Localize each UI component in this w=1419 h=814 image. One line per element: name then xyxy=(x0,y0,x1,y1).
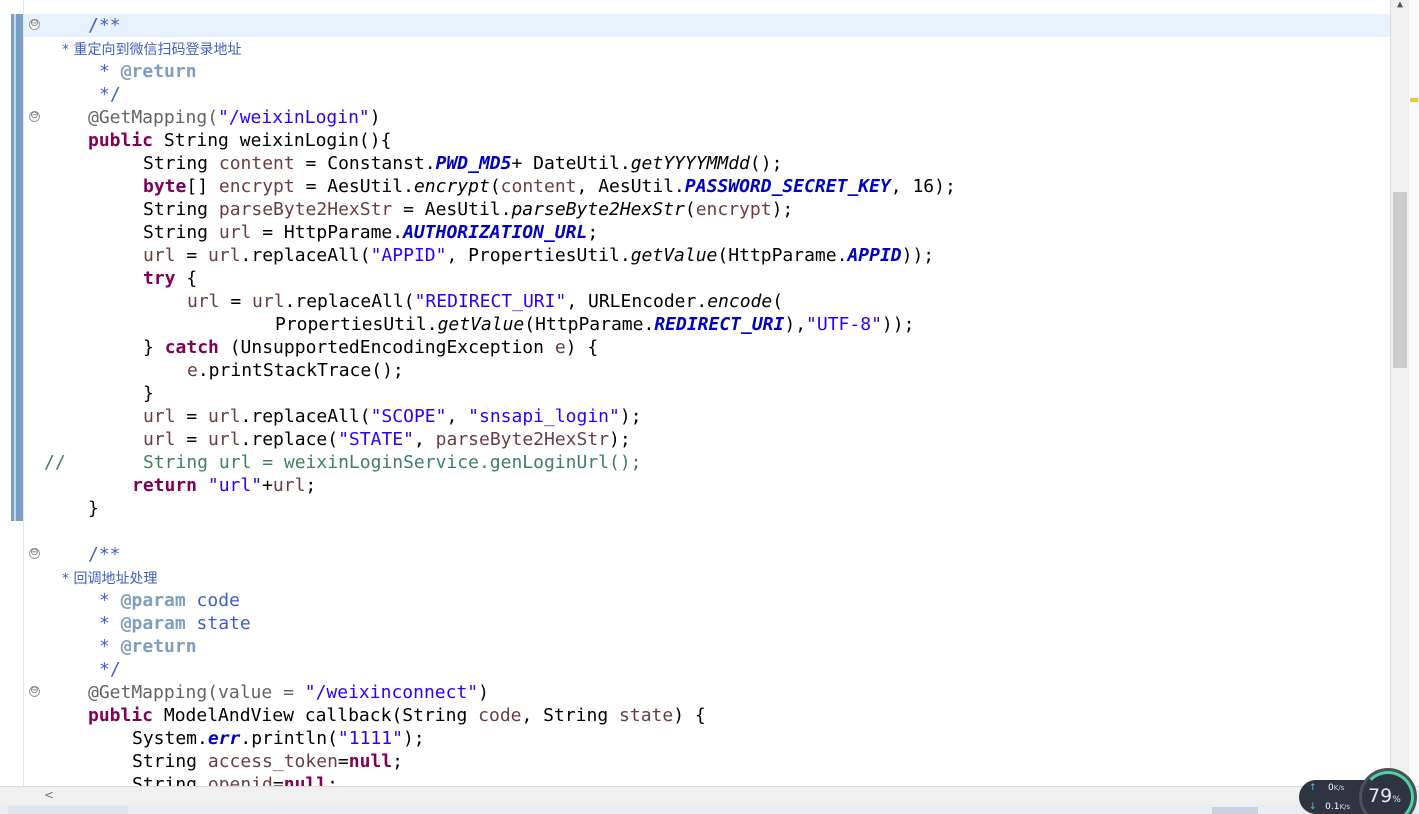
code-line: System.err.println("1111"); xyxy=(132,728,425,749)
code-line: String url = HttpParame.AUTHORIZATION_UR… xyxy=(143,222,599,243)
code-line: try { xyxy=(143,268,198,289)
code-line: @GetMapping("/weixinLogin") xyxy=(88,107,381,128)
code-line: return "url"+url; xyxy=(132,475,317,496)
status-segment xyxy=(1212,807,1258,814)
code-line: * @param code xyxy=(99,590,240,611)
code-line: public ModelAndView callback(String code… xyxy=(88,705,706,726)
code-line: url = url.replaceAll("SCOPE", "snsapi_lo… xyxy=(143,406,642,427)
scroll-left-icon[interactable]: < xyxy=(44,788,54,802)
upload-speed: ↑ 0K/s xyxy=(1309,783,1345,793)
code-line: url = url.replaceAll("REDIRECT_URI", URL… xyxy=(187,291,784,312)
code-line: e.printStackTrace(); xyxy=(187,360,404,381)
horizontal-scrollbar[interactable]: < xyxy=(0,786,1419,804)
fold-toggle-icon[interactable]: ⊖ xyxy=(29,19,40,30)
change-ruler xyxy=(11,14,23,521)
vertical-scrollbar[interactable]: ▲ xyxy=(1390,0,1409,786)
fold-toggle-icon[interactable]: ⊖ xyxy=(29,111,40,122)
upload-arrow-icon: ↑ xyxy=(1309,783,1317,793)
code-line: String content = Constanst.PWD_MD5+ Date… xyxy=(143,153,783,174)
code-line: } xyxy=(143,383,154,404)
code-line: * @return xyxy=(99,636,197,657)
code-line: String openid=null; xyxy=(132,774,338,786)
status-bar xyxy=(0,804,1419,814)
overview-ruler[interactable] xyxy=(1409,0,1419,786)
memory-usage-percent: 79% xyxy=(1368,785,1401,807)
code-line: String parseByte2HexStr = AesUtil.parseB… xyxy=(143,199,794,220)
code-line: PropertiesUtil.getValue(HttpParame.REDIR… xyxy=(275,314,915,335)
code-line: */ xyxy=(99,84,121,105)
code-line: public String weixinLogin(){ xyxy=(88,130,392,151)
code-line: /** xyxy=(88,15,121,36)
code-line: * @return xyxy=(99,61,197,82)
code-line: String access_token=null; xyxy=(132,751,403,772)
code-line: // xyxy=(44,452,66,473)
scrollbar-thumb[interactable] xyxy=(1393,192,1407,368)
network-monitor-widget[interactable]: ↑ 0K/s ↓ 0.1K/s 79% xyxy=(1299,768,1419,814)
overview-marker[interactable] xyxy=(1410,98,1418,102)
scroll-up-icon[interactable]: ▲ xyxy=(1391,0,1409,12)
code-line: url = url.replace("STATE", parseByte2Hex… xyxy=(143,429,631,450)
code-line: url = url.replaceAll("APPID", Properties… xyxy=(143,245,935,266)
code-line: String url = weixinLoginService.genLogin… xyxy=(143,452,642,473)
code-line: * 回调地址处理 xyxy=(62,571,158,587)
code-line: @GetMapping(value = "/weixinconnect") xyxy=(88,682,489,703)
fold-toggle-icon[interactable]: ⊖ xyxy=(29,548,40,559)
code-line: */ xyxy=(99,659,121,680)
status-segment xyxy=(8,806,128,814)
code-line: } catch (UnsupportedEncodingException e)… xyxy=(143,337,599,358)
code-line: * @param state xyxy=(99,613,251,634)
code-line: byte[] encrypt = AesUtil.encrypt(content… xyxy=(143,176,956,197)
download-speed: ↓ 0.1K/s xyxy=(1309,802,1351,812)
gutter-border xyxy=(23,0,24,786)
code-line: } xyxy=(88,498,99,519)
download-arrow-icon: ↓ xyxy=(1309,802,1317,812)
fold-toggle-icon[interactable]: ⊖ xyxy=(29,686,40,697)
code-editor[interactable]: ⊖ ⊖ ⊖ ⊖ /** * 重定向到微信扫码登录地址 * @return */ … xyxy=(0,0,1390,786)
current-line-highlight xyxy=(24,14,1390,37)
code-line: /** xyxy=(88,544,121,565)
code-line: * 重定向到微信扫码登录地址 xyxy=(62,42,242,58)
